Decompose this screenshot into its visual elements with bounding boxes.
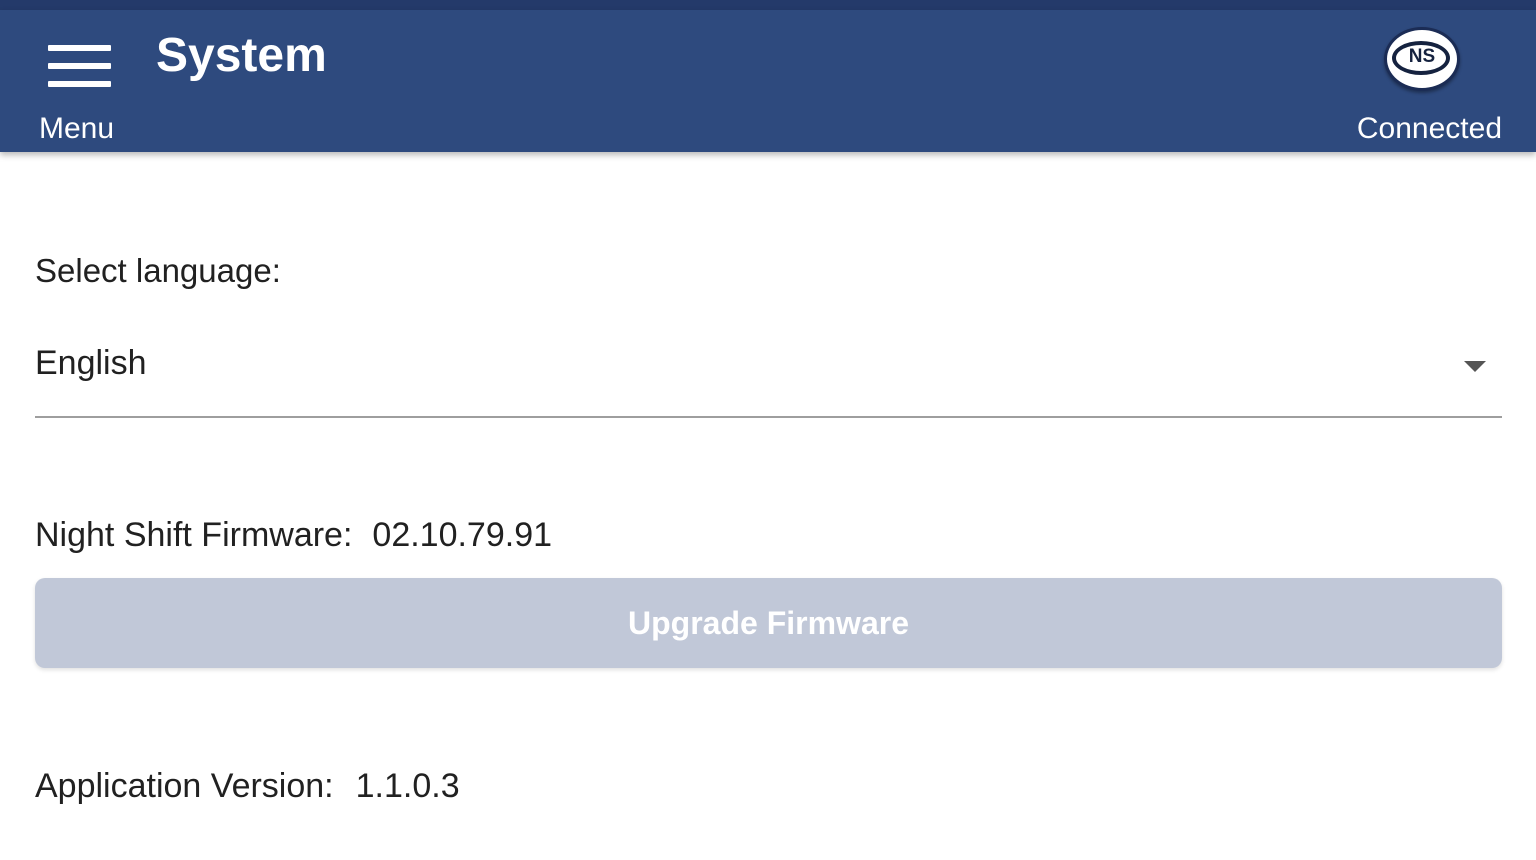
status-strip xyxy=(0,0,1536,10)
ns-logo-icon: NS xyxy=(1384,27,1460,91)
language-select[interactable]: English xyxy=(35,330,1502,418)
firmware-version: 02.10.79.91 xyxy=(372,516,553,554)
connection-status-label: Connected xyxy=(1356,112,1502,145)
page-title: System xyxy=(156,29,327,82)
connection-status[interactable]: NS Connected xyxy=(1342,22,1502,145)
chevron-down-icon xyxy=(1464,361,1486,372)
application-version-row: Application Version: 1.1.0.3 xyxy=(35,767,460,806)
application-version-value: 1.1.0.3 xyxy=(355,767,460,805)
ns-logo-text: NS xyxy=(1408,46,1436,67)
app-bar: Menu System NS Connected xyxy=(0,10,1536,152)
menu-label: Menu xyxy=(39,112,115,145)
language-selected-value: English xyxy=(35,344,147,382)
firmware-row: Night Shift Firmware: 02.10.79.91 xyxy=(35,516,552,555)
firmware-label: Night Shift Firmware: xyxy=(35,516,353,554)
menu-button[interactable]: Menu xyxy=(30,22,130,145)
hamburger-icon xyxy=(48,44,111,88)
application-version-label: Application Version: xyxy=(35,767,334,805)
language-label: Select language: xyxy=(35,252,281,289)
upgrade-firmware-button[interactable]: Upgrade Firmware xyxy=(35,578,1502,668)
